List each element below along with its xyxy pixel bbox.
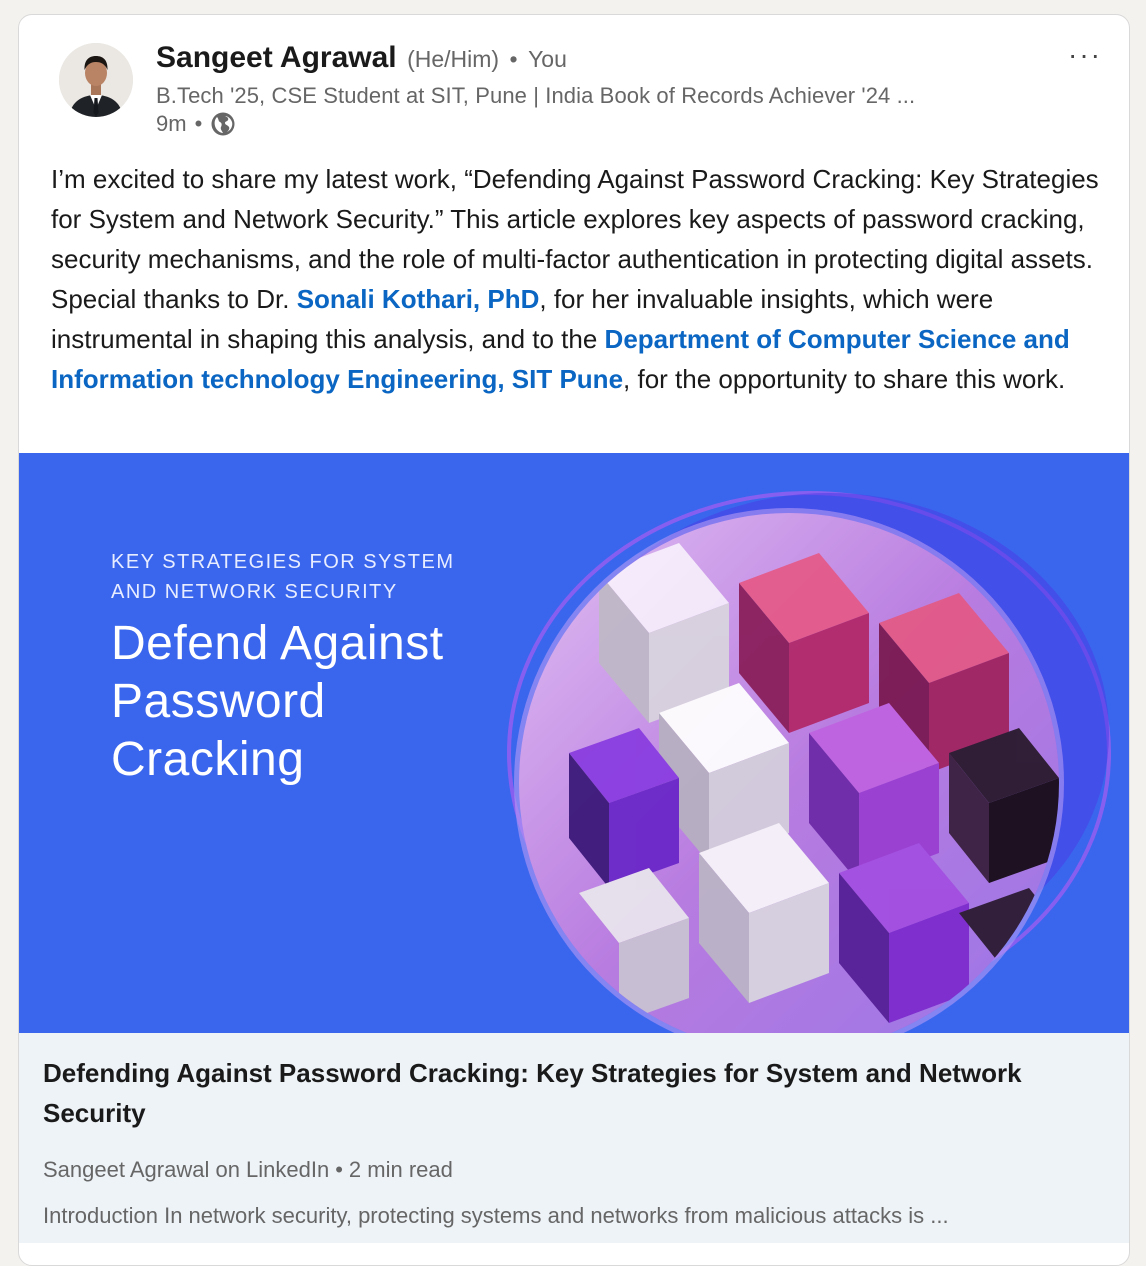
globe-icon	[210, 111, 236, 137]
article-link-preview[interactable]: Defending Against Password Cracking: Key…	[19, 1033, 1129, 1243]
author-name[interactable]: Sangeet Agrawal	[156, 41, 397, 74]
article-title[interactable]: Defending Against Password Cracking: Key…	[43, 1053, 1113, 1133]
cover-kicker-line: AND NETWORK SECURITY	[111, 581, 398, 603]
post-timestamp: 9m	[156, 111, 187, 136]
avatar-image	[59, 43, 133, 117]
post-card: Sangeet Agrawal (He/Him) • You B.Tech '2…	[18, 14, 1130, 1266]
cover-kicker: KEY STRATEGIES FOR SYSTEM AND NETWORK SE…	[111, 547, 455, 607]
article-author: Sangeet Agrawal on LinkedIn	[43, 1157, 330, 1182]
separator-dot: •	[509, 46, 518, 72]
cover-title-line: Defend Against	[111, 617, 444, 670]
separator-dot: •	[335, 1157, 343, 1182]
author-headline: B.Tech '25, CSE Student at SIT, Pune | I…	[156, 83, 916, 108]
separator-dot: •	[194, 111, 203, 136]
cover-title-line: Cracking	[111, 733, 305, 786]
mention-link[interactable]: Sonali Kothari, PhD	[297, 284, 540, 314]
cover-kicker-line: KEY STRATEGIES FOR SYSTEM	[111, 551, 455, 573]
post-text-segment: , for the opportunity to share this work…	[623, 364, 1066, 394]
cover-title: Defend Against Password Cracking	[111, 615, 444, 789]
author-row: Sangeet Agrawal (He/Him) • You	[156, 41, 567, 75]
more-options-button[interactable]: ···	[1063, 37, 1107, 73]
cubes-illustration	[507, 491, 1111, 1033]
article-source: Sangeet Agrawal on LinkedIn • 2 min read	[43, 1157, 453, 1183]
author-pronouns: (He/Him)	[407, 46, 500, 72]
post-text: I’m excited to share my latest work, “De…	[51, 159, 1101, 399]
read-time: 2 min read	[348, 1157, 453, 1182]
cover-title-line: Password	[111, 675, 326, 728]
more-options-icon: ···	[1068, 39, 1102, 70]
post-meta: 9m •	[156, 111, 236, 137]
article-cover-image[interactable]: KEY STRATEGIES FOR SYSTEM AND NETWORK SE…	[19, 453, 1129, 1033]
connection-degree: You	[528, 46, 567, 72]
avatar[interactable]	[59, 43, 133, 117]
article-description: Introduction In network security, protec…	[43, 1203, 949, 1228]
